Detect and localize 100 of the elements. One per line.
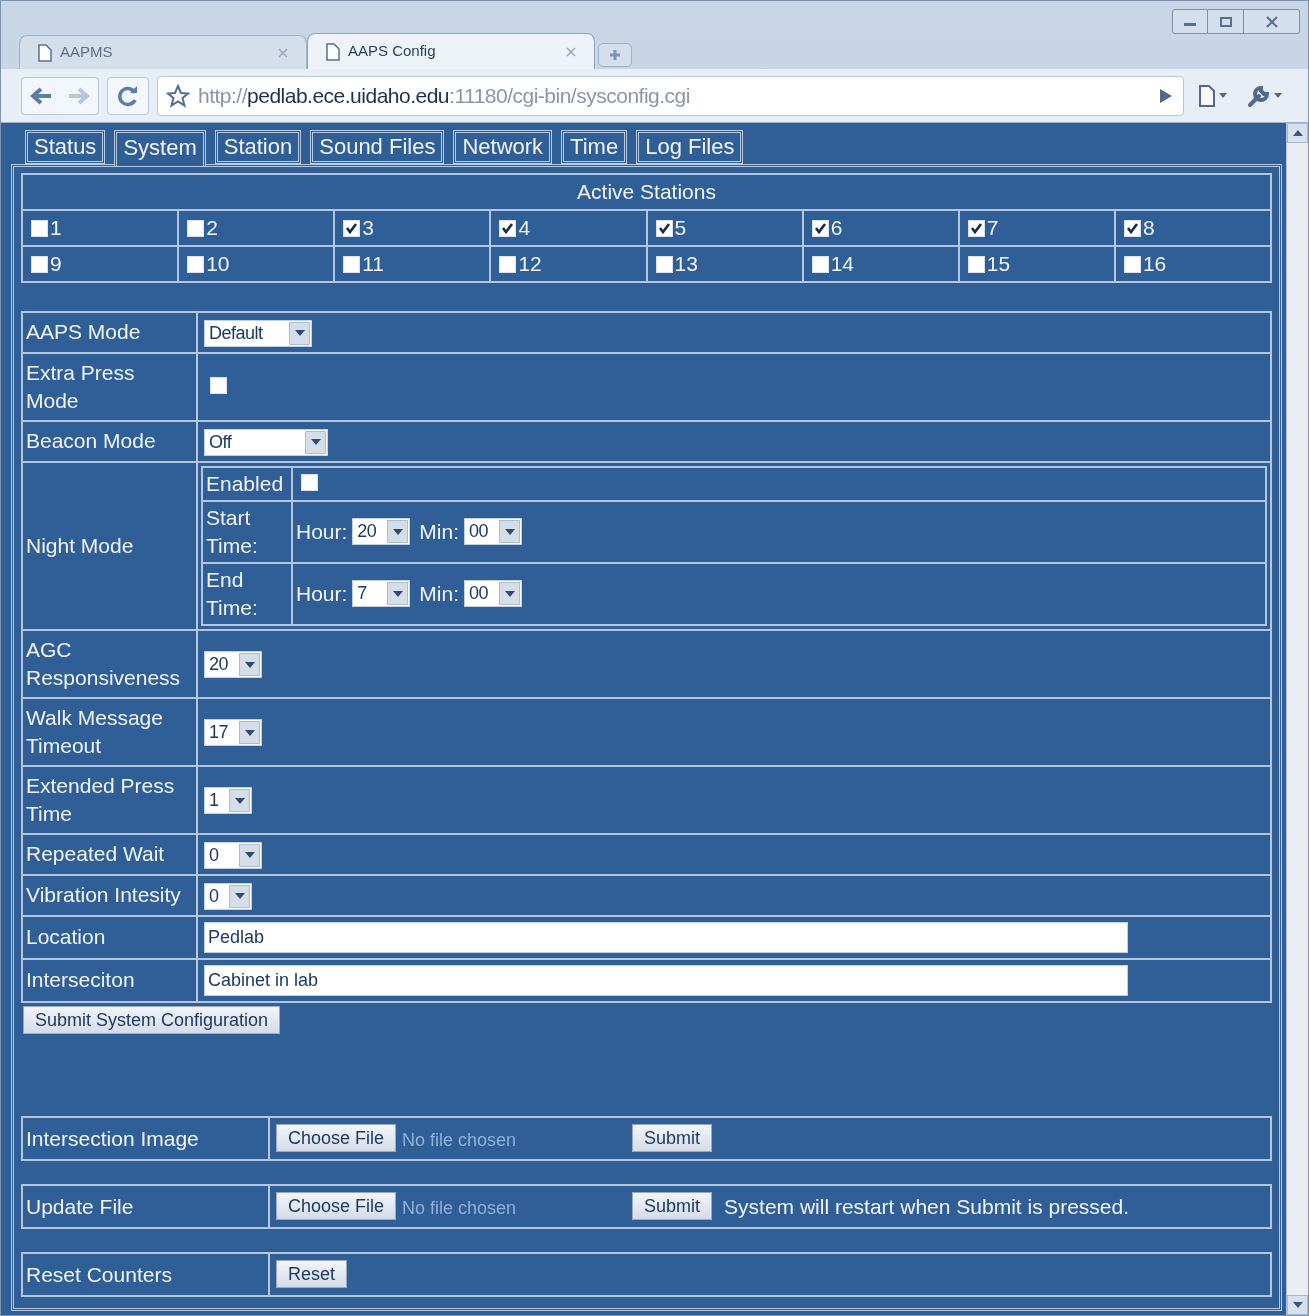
field-label: AAPS Mode <box>22 312 197 353</box>
caret-icon <box>499 582 521 606</box>
field-label: Repeated Wait <box>22 833 197 875</box>
checkbox[interactable] <box>811 255 829 273</box>
caret-icon <box>1274 93 1282 98</box>
checkbox-label: 16 <box>1142 251 1167 278</box>
checkbox[interactable] <box>655 219 673 237</box>
button[interactable]: Submit <box>632 1192 713 1221</box>
wrench-icon <box>1247 83 1271 108</box>
checkbox-label: 10 <box>206 251 230 278</box>
file-status: No file chosen <box>401 1128 518 1152</box>
checkbox[interactable] <box>967 255 985 273</box>
caret-icon <box>387 582 409 606</box>
scroll-up-icon[interactable] <box>1287 123 1308 143</box>
dropdown[interactable]: 20 <box>352 518 411 546</box>
checkbox[interactable] <box>655 255 673 273</box>
checkbox[interactable] <box>811 219 829 237</box>
scrollbar[interactable] <box>1286 123 1308 1315</box>
caret-icon <box>229 789 250 813</box>
field-label: Hour: <box>296 580 348 607</box>
text-field[interactable]: Pedlab <box>204 921 1128 953</box>
dropdown[interactable]: 7 <box>352 580 411 608</box>
dropdown[interactable]: Default <box>204 319 312 347</box>
close-icon[interactable] <box>1244 9 1300 34</box>
field-label: Location <box>22 915 197 959</box>
scroll-down-icon[interactable] <box>1287 1295 1308 1315</box>
page-tab[interactable]: System <box>114 130 206 166</box>
checkbox-label: 2 <box>206 215 218 242</box>
page-icon <box>38 43 52 62</box>
dropdown[interactable]: 17 <box>204 719 262 747</box>
table-header: Active Stations <box>22 174 1271 210</box>
page-tab[interactable]: Time <box>561 130 628 164</box>
checkbox-label: 4 <box>518 215 531 242</box>
reload-icon[interactable] <box>117 84 139 107</box>
field-label: End Time: <box>202 562 292 625</box>
dropdown[interactable]: 0 <box>204 841 262 869</box>
button[interactable]: Choose File <box>276 1124 397 1153</box>
checkbox[interactable] <box>301 473 318 491</box>
checkbox[interactable] <box>343 219 361 237</box>
field-label: Night Mode <box>22 461 197 630</box>
browser-tab[interactable]: AAPS Config <box>307 33 595 69</box>
checkbox[interactable] <box>187 219 205 237</box>
checkbox[interactable] <box>967 219 985 237</box>
checkbox[interactable] <box>499 255 517 273</box>
field-label: Reset Counters <box>22 1252 269 1296</box>
file-status: No file chosen <box>401 1196 518 1220</box>
checkbox[interactable] <box>31 255 48 273</box>
checkbox[interactable] <box>187 255 205 273</box>
page-tab[interactable]: Network <box>453 130 553 164</box>
caret-icon <box>239 653 260 677</box>
button[interactable]: Submit <box>632 1124 713 1153</box>
page-icon <box>1198 83 1216 108</box>
field-label: Extra Press Mode <box>22 352 197 421</box>
dropdown[interactable]: 00 <box>464 518 523 546</box>
back-icon[interactable] <box>30 86 52 105</box>
checkbox[interactable] <box>1123 219 1141 237</box>
button[interactable]: Reset <box>276 1260 348 1289</box>
dropdown[interactable]: 0 <box>204 882 252 910</box>
checkbox[interactable] <box>210 376 227 394</box>
dropdown[interactable]: 00 <box>464 580 523 608</box>
field-label: Walk Message Timeout <box>22 697 197 766</box>
caret-icon <box>229 884 250 908</box>
checkbox-label: 7 <box>986 215 999 242</box>
field-label: Start Time: <box>202 500 292 563</box>
checkbox-label: 11 <box>362 251 385 278</box>
field-label: Extended Press Time <box>22 765 197 834</box>
page-tab[interactable]: Station <box>214 130 302 164</box>
checkbox-label: 1 <box>50 215 62 242</box>
page-tab[interactable]: Log Files <box>636 130 744 164</box>
checkbox[interactable] <box>343 255 361 273</box>
minimize-icon[interactable] <box>1172 9 1208 34</box>
page-tab[interactable]: Sound Files <box>310 130 445 164</box>
page-icon <box>326 42 340 61</box>
caret-icon <box>289 321 310 345</box>
browser-tab[interactable]: AAPMS <box>19 35 307 69</box>
checkbox[interactable] <box>1123 255 1141 273</box>
page-tab[interactable]: Status <box>25 130 106 164</box>
checkbox-label: 8 <box>1142 215 1155 242</box>
checkbox-label: 6 <box>830 215 843 242</box>
checkbox-label: 15 <box>986 251 1011 278</box>
button[interactable]: Choose File <box>276 1192 397 1221</box>
caret-icon <box>239 843 260 867</box>
checkbox[interactable] <box>31 219 48 237</box>
caret-icon <box>239 721 260 745</box>
address-bar[interactable]: http://pedlab.ece.uidaho.edu:11180/cgi-bin/sysconfig.cgi <box>157 75 1184 116</box>
field-label: Min: <box>419 518 460 545</box>
dropdown[interactable]: 20 <box>204 651 262 679</box>
dropdown[interactable]: 1 <box>204 787 252 815</box>
field-label: Hour: <box>296 518 348 545</box>
button[interactable]: Submit System Configuration <box>23 1005 281 1034</box>
field-label: Interseciton <box>22 958 197 1002</box>
maximize-icon[interactable] <box>1208 9 1244 34</box>
field-label: Min: <box>419 580 460 607</box>
dropdown[interactable]: Off <box>204 428 328 456</box>
text-field[interactable]: Cabinet in lab <box>204 964 1128 996</box>
checkbox[interactable] <box>499 219 517 237</box>
star-icon[interactable] <box>166 83 190 108</box>
play-icon[interactable] <box>1159 87 1173 104</box>
checkbox-label: 14 <box>830 251 854 278</box>
caret-icon <box>499 520 521 544</box>
